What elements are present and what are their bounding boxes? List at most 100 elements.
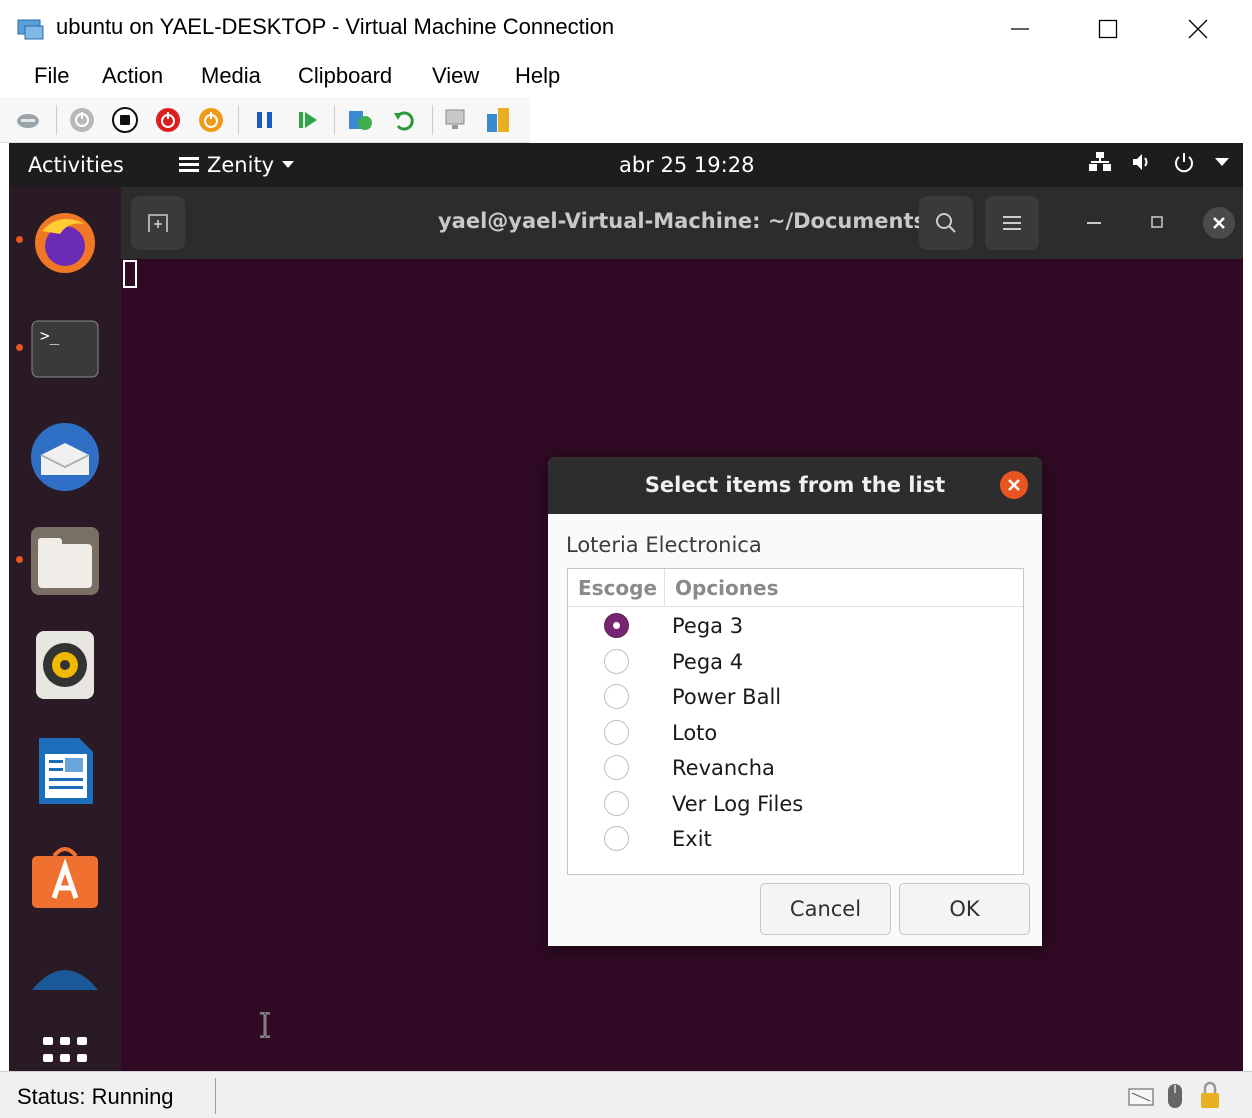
chevron-down-icon: [1215, 158, 1229, 166]
search-button[interactable]: [919, 196, 973, 250]
dialog-close-button[interactable]: [1000, 471, 1028, 499]
activities-button[interactable]: Activities: [28, 153, 124, 177]
menu-clipboard[interactable]: Clipboard: [298, 63, 392, 89]
turn-off-icon: [112, 107, 138, 133]
maximize-button[interactable]: [1064, 0, 1152, 57]
save-icon: [199, 108, 223, 132]
pause-icon: [257, 112, 272, 128]
terminal-icon: >_: [31, 320, 99, 378]
terminal-cursor: [123, 260, 137, 288]
software-icon: [32, 847, 98, 908]
radio-pega-4[interactable]: [604, 649, 629, 674]
resume-icon: [299, 112, 317, 128]
dock-help[interactable]: [29, 939, 101, 1011]
dialog-header: Select items from the list: [548, 457, 1042, 514]
list-item[interactable]: Revancha: [568, 751, 1023, 787]
save-state-button[interactable]: [197, 106, 225, 134]
volume-icon: [1133, 154, 1148, 170]
menu-media[interactable]: Media: [201, 63, 261, 89]
ctrl-alt-del-button[interactable]: [14, 106, 42, 134]
terminal-window[interactable]: yael@yael-Virtual-Machine: ~/Documents S…: [121, 187, 1243, 1071]
list-item[interactable]: Exit: [568, 822, 1023, 858]
dock-software[interactable]: [29, 839, 101, 911]
shut-down-icon: [156, 108, 180, 132]
terminal-close-button[interactable]: [1203, 207, 1235, 239]
close-icon: [1213, 217, 1225, 229]
dock-thunderbird[interactable]: [29, 421, 101, 493]
share-icon: [487, 108, 509, 132]
dock-rhythmbox[interactable]: [29, 629, 101, 701]
enhanced-session-button[interactable]: [443, 106, 471, 134]
clock[interactable]: abr 25 19:28: [619, 153, 754, 177]
close-button[interactable]: [1154, 0, 1242, 57]
thunderbird-icon: [31, 423, 99, 491]
guest-screen[interactable]: Activities Zenity abr 25 19:28 >_ yael@y…: [9, 143, 1243, 1071]
system-tray[interactable]: [1089, 151, 1229, 173]
vm-connection-icon: [17, 19, 44, 40]
minimize-icon[interactable]: [1087, 221, 1101, 225]
shut-down-button[interactable]: [154, 106, 182, 134]
maximize-icon[interactable]: [1151, 216, 1163, 228]
radio-ver-log-files[interactable]: [604, 791, 629, 816]
turn-off-button[interactable]: [111, 106, 139, 134]
dialog-title: Select items from the list: [644, 473, 946, 497]
zenity-list-dialog: Select items from the list Loteria Elect…: [548, 457, 1042, 946]
app-menu[interactable]: Zenity: [179, 153, 295, 177]
list-item[interactable]: Loto: [568, 716, 1023, 752]
text-cursor-icon: [260, 1012, 270, 1038]
options-list[interactable]: Escoge Opciones Pega 3 Pega 4 Power Ball…: [567, 568, 1024, 875]
search-icon: [936, 213, 956, 233]
lock-icon: [1201, 1081, 1219, 1108]
app-menu-icon: [179, 157, 199, 172]
pause-button[interactable]: [251, 106, 279, 134]
column-header-opciones[interactable]: Opciones: [675, 576, 778, 600]
mouse-icon: [1168, 1084, 1182, 1108]
power-icon: [1175, 153, 1193, 173]
maximize-icon: [1098, 19, 1118, 38]
show-applications-button[interactable]: [29, 1023, 101, 1071]
revert-button[interactable]: [390, 106, 418, 134]
menu-file[interactable]: File: [34, 63, 69, 89]
menu-view[interactable]: View: [432, 63, 479, 89]
list-item[interactable]: Power Ball: [568, 680, 1023, 716]
close-icon: [1008, 479, 1020, 491]
network-icon: [1089, 152, 1111, 171]
dock-firefox[interactable]: [29, 205, 101, 277]
dock-files[interactable]: [29, 525, 101, 597]
ctrl-alt-del-icon: [17, 114, 39, 128]
dock-terminal[interactable]: >_: [29, 313, 101, 385]
app-name: Zenity: [207, 153, 275, 177]
radio-revancha[interactable]: [604, 755, 629, 780]
show-apps-icon: [43, 1037, 87, 1062]
ok-button[interactable]: OK: [899, 883, 1030, 935]
terminal-header-bar: yael@yael-Virtual-Machine: ~/Documents: [121, 187, 1243, 259]
dialog-text: Loteria Electronica: [566, 533, 762, 557]
checkpoint-button[interactable]: [346, 106, 374, 134]
radio-power-ball[interactable]: [604, 684, 629, 709]
column-header-escoge[interactable]: Escoge: [578, 576, 657, 600]
writer-icon: [39, 738, 93, 804]
menu-action[interactable]: Action: [102, 63, 163, 89]
revert-icon: [394, 111, 414, 131]
radio-pega-3[interactable]: [604, 613, 629, 638]
keyboard-icon: [1128, 1088, 1154, 1106]
hamburger-menu-button[interactable]: [985, 196, 1039, 250]
resume-button[interactable]: [294, 106, 322, 134]
list-item[interactable]: Pega 4: [568, 645, 1023, 681]
window-title-bar: ubuntu on YAEL-DESKTOP - Virtual Machine…: [0, 0, 1252, 57]
menu-help[interactable]: Help: [515, 63, 560, 89]
cancel-button[interactable]: Cancel: [760, 883, 891, 935]
radio-exit[interactable]: [604, 826, 629, 851]
minimize-icon: [1011, 27, 1029, 30]
hyperv-toolbar: [0, 97, 530, 143]
dock-writer[interactable]: [29, 735, 101, 807]
chevron-down-icon: [282, 161, 295, 168]
minimize-button[interactable]: [976, 0, 1064, 57]
list-item[interactable]: Ver Log Files: [568, 787, 1023, 823]
start-button[interactable]: [68, 106, 96, 134]
vm-status: Status: Running: [17, 1084, 174, 1109]
radio-loto[interactable]: [604, 720, 629, 745]
menu-bar: File Action Media Clipboard View Help: [0, 57, 1252, 97]
share-button[interactable]: [484, 106, 512, 134]
list-item[interactable]: Pega 3: [568, 609, 1023, 645]
